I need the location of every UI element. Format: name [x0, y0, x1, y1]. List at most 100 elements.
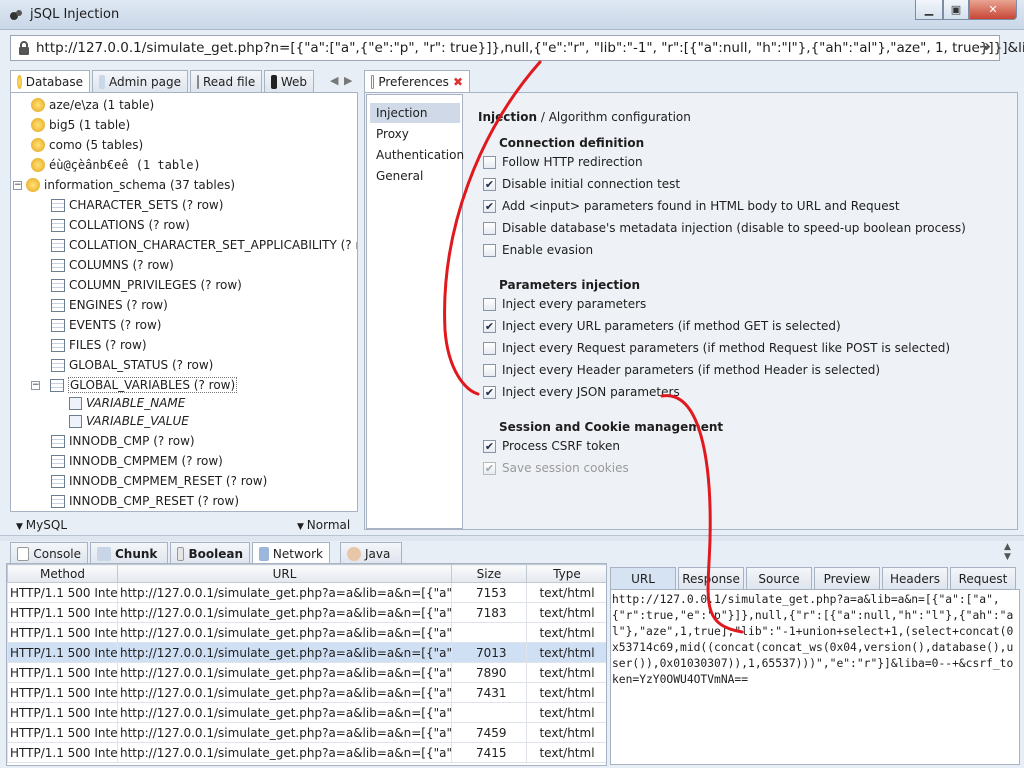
tree-node[interactable]: INNODB_CMP_RESET (? row) — [51, 491, 239, 511]
database-icon — [31, 158, 45, 172]
tree-node[interactable]: − GLOBAL_VARIABLES (? row) — [31, 375, 238, 395]
tree-node[interactable]: como (5 tables) — [31, 135, 143, 155]
checkbox-checked[interactable]: ✔ — [483, 200, 496, 213]
nav-item-injection[interactable]: Injection — [370, 103, 460, 123]
go-arrow-icon[interactable]: ➔ — [979, 39, 991, 55]
tab-web[interactable]: Web — [264, 70, 314, 92]
table-row[interactable]: HTTP/1.1 500 Inte... http://127.0.0.1/sim… — [7, 722, 606, 743]
collapse-panel-icon[interactable]: ▲ ▼ — [1004, 542, 1011, 562]
tab-database[interactable]: Database — [10, 70, 90, 92]
cell-size: 7013 — [451, 642, 527, 663]
tree-node[interactable]: INNODB_CMPMEM (? row) — [51, 451, 223, 471]
nav-item-general[interactable]: General — [376, 169, 423, 183]
column-header-size[interactable]: Size — [451, 564, 527, 583]
database-tree[interactable]: aze/e\za (1 table) big5 (1 table) como (… — [10, 92, 358, 512]
tree-node[interactable]: GLOBAL_STATUS (? row) — [51, 355, 213, 375]
tree-node[interactable]: aze/e\za (1 table) — [31, 95, 154, 115]
preferences-panel: Injection Proxy Authentication General I… — [364, 92, 1018, 530]
checkbox-checked[interactable]: ✔ — [483, 178, 496, 191]
tab-headers[interactable]: Headers — [882, 567, 948, 589]
table-row[interactable]: HTTP/1.1 500 Inte... http://127.0.0.1/sim… — [7, 622, 606, 643]
table-row[interactable]: HTTP/1.1 500 Inte... http://127.0.0.1/sim… — [7, 602, 606, 623]
cell-size: 7431 — [451, 682, 527, 703]
close-tab-icon[interactable]: ✖ — [453, 75, 463, 89]
tab-chunk[interactable]: Chunk — [90, 542, 168, 564]
checkbox-checked[interactable]: ✔ — [483, 440, 496, 453]
tab-preferences[interactable]: Preferences ✖ — [364, 70, 470, 92]
tree-node[interactable]: INNODB_CMPMEM_RESET (? row) — [51, 471, 267, 491]
cell-type: text/html — [526, 582, 606, 603]
tree-node[interactable]: COLLATIONS (? row) — [51, 215, 190, 235]
tree-node[interactable]: VARIABLE_NAME — [69, 393, 185, 413]
tab-network[interactable]: Network — [252, 542, 330, 564]
file-icon — [197, 74, 199, 89]
close-button[interactable]: ✕ — [969, 0, 1017, 20]
address-bar[interactable]: http://127.0.0.1/simulate_get.php?n=[{"a… — [10, 35, 1024, 61]
collapse-icon[interactable]: − — [31, 380, 40, 390]
tab-request[interactable]: Request — [950, 567, 1016, 589]
detail-text[interactable]: http://127.0.0.1/simulate_get.php?a=a&li… — [610, 589, 1020, 765]
splitter[interactable] — [0, 535, 1024, 541]
checkbox-checked[interactable]: ✔ — [483, 320, 496, 333]
tab-console[interactable]: Console — [10, 542, 88, 564]
table-row[interactable]: HTTP/1.1 500 Inte... http://127.0.0.1/sim… — [7, 582, 606, 603]
section-session: Session and Cookie management — [499, 420, 724, 434]
tree-node[interactable]: VARIABLE_VALUE — [69, 411, 189, 431]
strategy-select[interactable]: ▼ Normal — [297, 518, 350, 532]
tree-node[interactable]: CHARACTER_SETS (? row) — [51, 195, 223, 215]
tab-preview[interactable]: Preview — [814, 567, 880, 589]
tab-url[interactable]: URL — [610, 567, 676, 589]
checkbox[interactable] — [483, 298, 496, 311]
column-header-method[interactable]: Method — [7, 564, 118, 583]
collapse-icon[interactable]: − — [13, 180, 22, 190]
tree-node[interactable]: EVENTS (? row) — [51, 315, 161, 335]
nav-item-authentication[interactable]: Authentication — [376, 148, 464, 162]
tab-java[interactable]: Java — [340, 542, 402, 564]
tab-response[interactable]: Response — [678, 567, 744, 589]
checkbox[interactable] — [483, 342, 496, 355]
tree-node[interactable]: FILES (? row) — [51, 335, 147, 355]
tree-node[interactable]: COLUMNS (? row) — [51, 255, 174, 275]
cell-url: http://127.0.0.1/simulate_get.php?a=a&li… — [117, 682, 452, 703]
tab-source[interactable]: Source — [746, 567, 812, 589]
table-icon — [51, 218, 65, 232]
cell-type: text/html — [526, 622, 606, 643]
option-label: Inject every Request parameters (if meth… — [502, 341, 951, 355]
nav-item-proxy[interactable]: Proxy — [376, 127, 409, 141]
tree-node[interactable]: INNODB_CMP (? row) — [51, 431, 195, 451]
checkbox[interactable] — [483, 222, 496, 235]
tree-node[interactable]: − information_schema (37 tables) — [13, 175, 235, 195]
tree-node[interactable]: big5 (1 table) — [31, 115, 130, 135]
checkbox[interactable] — [483, 244, 496, 257]
tab-scroll-left-icon[interactable]: ◀ — [330, 74, 338, 87]
tab-boolean[interactable]: Boolean — [170, 542, 250, 564]
tab-scroll-right-icon[interactable]: ▶ — [344, 74, 352, 87]
tree-node[interactable]: ENGINES (? row) — [51, 295, 168, 315]
table-row[interactable]: HTTP/1.1 500 Inte... http://127.0.0.1/sim… — [7, 662, 606, 683]
preferences-nav: Injection Proxy Authentication General — [366, 94, 464, 529]
tab-admin-page[interactable]: Admin page — [92, 70, 188, 92]
table-row-selected[interactable]: HTTP/1.1 500 Inte... http://127.0.0.1/sim… — [7, 642, 606, 663]
cell-size: 7459 — [451, 722, 527, 743]
tree-node[interactable]: COLUMN_PRIVILEGES (? row) — [51, 275, 242, 295]
column-header-url[interactable]: URL — [117, 564, 452, 583]
cell-size: 7890 — [451, 662, 527, 683]
minimize-button[interactable]: ▁ — [915, 0, 943, 20]
table-row[interactable]: HTTP/1.1 500 Inte... http://127.0.0.1/sim… — [7, 702, 606, 723]
address-url[interactable]: http://127.0.0.1/simulate_get.php?n=[{"a… — [36, 40, 1024, 56]
checkbox[interactable] — [483, 364, 496, 377]
table-row[interactable]: HTTP/1.1 500 Inte... http://127.0.0.1/sim… — [7, 742, 606, 763]
cell-type: text/html — [526, 662, 606, 683]
checkbox-checked[interactable]: ✔ — [483, 386, 496, 399]
section-parameters: Parameters injection — [499, 278, 640, 292]
preferences-heading: Injection / Algorithm configuration — [478, 110, 691, 124]
tree-node[interactable]: COLLATION_CHARACTER_SET_APPLICABILITY (?… — [51, 235, 357, 255]
tab-read-file[interactable]: Read file — [190, 70, 262, 92]
cell-size: 7415 — [451, 742, 527, 763]
column-header-type[interactable]: Type — [526, 564, 606, 583]
checkbox[interactable] — [483, 156, 496, 169]
tree-node[interactable]: éù@çèânb€eê (1 table) — [31, 155, 201, 175]
maximize-button[interactable]: ▣ — [943, 0, 969, 20]
table-row[interactable]: HTTP/1.1 500 Inte... http://127.0.0.1/sim… — [7, 682, 606, 703]
vendor-select[interactable]: ▼ MySQL — [16, 518, 67, 532]
